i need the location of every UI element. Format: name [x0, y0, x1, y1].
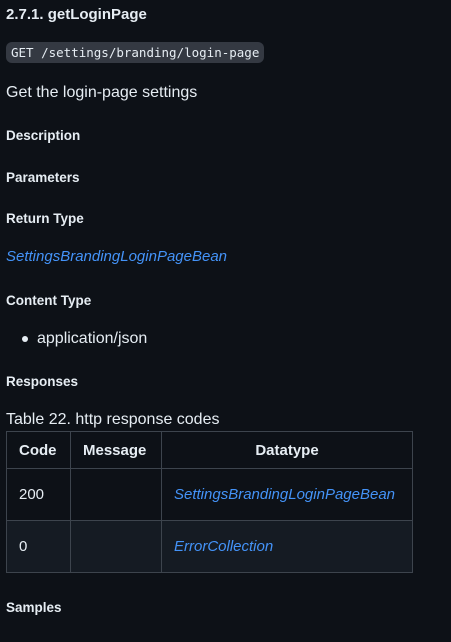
response-datatype-cell: ErrorCollection — [161, 520, 413, 573]
responses-heading: Responses — [6, 374, 79, 389]
return-type-link[interactable]: SettingsBrandingLoginPageBean — [6, 248, 227, 265]
endpoint-code: GET /settings/branding/login-page — [6, 42, 265, 63]
content-type-item: application/json — [37, 330, 148, 347]
list-item: application/json — [22, 329, 147, 349]
table-caption: Table 22. http response codes — [6, 411, 220, 428]
parameters-heading: Parameters — [6, 170, 80, 185]
response-code-cell: 200 — [6, 468, 71, 521]
responses-table: Code Message Datatype 200 SettingsBrandi… — [6, 431, 413, 573]
column-header-datatype: Datatype — [161, 431, 413, 469]
column-header-message: Message — [70, 431, 162, 469]
operation-summary: Get the login-page settings — [6, 84, 198, 101]
datatype-link[interactable]: SettingsBrandingLoginPageBean — [174, 486, 395, 503]
return-type-value: SettingsBrandingLoginPageBean — [6, 247, 227, 267]
bullet-icon — [22, 336, 28, 342]
response-datatype-cell: SettingsBrandingLoginPageBean — [161, 468, 413, 521]
table-row: 200 SettingsBrandingLoginPageBean — [6, 468, 413, 521]
samples-heading: Samples — [6, 600, 62, 615]
return-type-heading: Return Type — [6, 211, 84, 226]
content-type-heading: Content Type — [6, 293, 92, 308]
response-message-cell — [70, 468, 162, 521]
datatype-link[interactable]: ErrorCollection — [174, 538, 273, 555]
column-header-code: Code — [6, 431, 71, 469]
table-header-row: Code Message Datatype — [6, 431, 413, 469]
response-code-cell: 0 — [6, 520, 71, 573]
table-row: 0 ErrorCollection — [6, 520, 413, 573]
content-type-list: application/json — [22, 329, 147, 349]
operation-heading: 2.7.1. getLoginPage — [6, 6, 147, 23]
response-message-cell — [70, 520, 162, 573]
description-heading: Description — [6, 128, 81, 143]
